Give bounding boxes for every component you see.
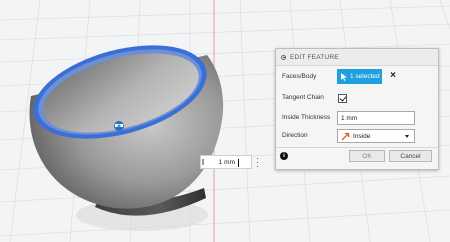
- panel-header: EDIT FEATURE: [276, 49, 438, 66]
- faces-body-label: Faces/Body: [282, 73, 317, 80]
- drag-handle[interactable]: [202, 159, 204, 165]
- bowl-body[interactable]: [23, 28, 224, 231]
- inside-thickness-label: Inside Thickness: [282, 114, 331, 121]
- dimension-value: 1 mm: [218, 158, 235, 166]
- inside-thickness-input[interactable]: 1 mm: [337, 111, 415, 125]
- chevron-down-icon: [405, 135, 409, 138]
- inside-thickness-value: 1 mm: [341, 114, 358, 122]
- ok-button[interactable]: OK: [349, 150, 385, 162]
- panel-title: EDIT FEATURE: [290, 53, 339, 61]
- arrow-cursor-icon: [341, 72, 347, 81]
- info-icon[interactable]: i: [280, 152, 288, 160]
- faces-select-button[interactable]: 1 selected: [337, 69, 382, 84]
- direction-label: Direction: [282, 132, 308, 139]
- collapse-icon[interactable]: [281, 54, 286, 60]
- direction-dropdown[interactable]: Inside: [337, 129, 415, 143]
- manipulator-icon[interactable]: [114, 121, 124, 131]
- direction-arrow-icon: [341, 132, 350, 140]
- direction-value: Inside: [353, 132, 371, 140]
- text-cursor: [238, 159, 239, 167]
- tangent-chain-label: Tangent Chain: [282, 94, 324, 101]
- dimension-input[interactable]: 1 mm: [200, 155, 252, 169]
- close-icon[interactable]: ×: [387, 70, 399, 82]
- edit-feature-panel: EDIT FEATURE Faces/Body 1 selected × Tan…: [275, 48, 439, 170]
- faces-selected-count: 1 selected: [350, 73, 380, 80]
- tangent-chain-checkbox[interactable]: [338, 94, 347, 103]
- cancel-button[interactable]: Cancel: [389, 150, 432, 162]
- divider: [276, 147, 438, 148]
- more-options-icon[interactable]: · · ·: [256, 154, 260, 171]
